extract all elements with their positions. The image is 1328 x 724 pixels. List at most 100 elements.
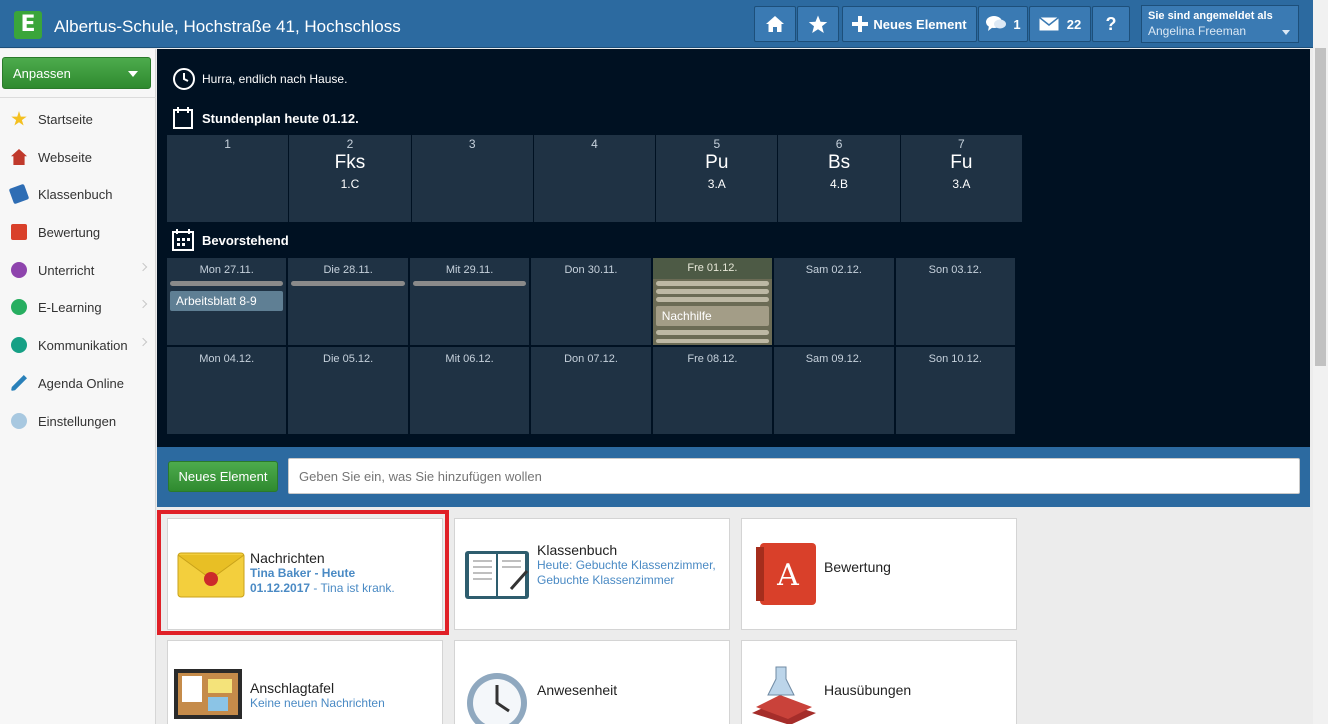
timetable-cell[interactable]: 6 Bs 4.B bbox=[778, 135, 900, 222]
day-label: Mon 04.12. bbox=[199, 353, 255, 365]
sidebar-item-label: Webseite bbox=[38, 149, 92, 165]
timetable-cell[interactable]: 5 Pu 3.A bbox=[656, 135, 778, 222]
calendar-day[interactable]: Sam 09.12. bbox=[774, 347, 894, 434]
day-label: Mit 06.12. bbox=[445, 353, 494, 365]
tile-title: Hausübungen bbox=[824, 682, 912, 698]
sidebar-item-kommunikation[interactable]: Kommunikation bbox=[0, 326, 156, 364]
calendar-day[interactable]: Son 10.12. bbox=[895, 347, 1015, 434]
plus-icon bbox=[852, 16, 869, 32]
sidebar-item-klassenbuch[interactable]: Klassenbuch bbox=[0, 175, 156, 213]
tile-hausuebungen[interactable]: Hausübungen bbox=[741, 640, 1017, 724]
calendar-day[interactable]: Son 03.12. bbox=[895, 258, 1015, 345]
calendar-day[interactable]: Fre 08.12. bbox=[652, 347, 773, 434]
calendar-day[interactable]: Don 07.12. bbox=[531, 347, 651, 434]
sidebar-item-e-learning[interactable]: E-Learning bbox=[0, 288, 156, 326]
customize-label: Anpassen bbox=[13, 66, 71, 81]
tile-subtitle: Keine neuen Nachrichten bbox=[250, 696, 385, 710]
subject: Bs bbox=[827, 152, 851, 173]
favorites-button[interactable] bbox=[797, 6, 839, 42]
dashboard-panel: Hurra, endlich nach Hause. Stundenplan h… bbox=[157, 49, 1310, 447]
sidebar-item-agenda-online[interactable]: Agenda Online bbox=[0, 364, 156, 402]
app-logo[interactable]: E bbox=[14, 11, 42, 39]
chevron-down-icon bbox=[1282, 30, 1290, 35]
quick-add-input[interactable] bbox=[288, 458, 1300, 494]
calendar-day[interactable]: Mon 04.12. bbox=[167, 347, 287, 434]
timetable-title-text: Stundenplan heute 01.12. bbox=[202, 110, 359, 126]
calendar-day-today[interactable]: Fre 01.12. Nachhilfe bbox=[652, 258, 773, 345]
tile-anschlagtafel[interactable]: Anschlagtafel Keine neuen Nachrichten bbox=[167, 640, 443, 724]
chevron-right-icon bbox=[138, 337, 148, 347]
event-bar[interactable] bbox=[170, 281, 284, 286]
event-bar[interactable] bbox=[655, 281, 770, 286]
quick-add-button[interactable]: Neues Element bbox=[168, 461, 278, 492]
event-bar[interactable] bbox=[655, 339, 770, 343]
home-button[interactable] bbox=[754, 6, 796, 42]
motto: Hurra, endlich nach Hause. bbox=[172, 67, 347, 91]
event-item[interactable]: Arbeitsblatt 8-9 bbox=[170, 291, 284, 311]
scrollbar[interactable] bbox=[1313, 0, 1328, 724]
sidebar-divider bbox=[0, 97, 156, 98]
event-item[interactable]: Nachhilfe bbox=[655, 306, 770, 326]
tile-title: Anwesenheit bbox=[537, 682, 618, 698]
event-bar[interactable] bbox=[412, 281, 527, 286]
chat-button[interactable]: 1 bbox=[978, 6, 1028, 42]
sidebar-item-label: Startseite bbox=[38, 111, 93, 127]
event-bar[interactable] bbox=[655, 289, 770, 294]
sidebar-item-einstellungen[interactable]: Einstellungen bbox=[0, 402, 156, 440]
sidebar-item-startseite[interactable]: Startseite bbox=[0, 100, 156, 138]
top-bar: E Albertus-Schule, Hochstraße 41, Hochsc… bbox=[0, 0, 1328, 48]
mail-button[interactable]: 22 bbox=[1029, 6, 1091, 42]
customize-button[interactable]: Anpassen bbox=[2, 57, 151, 89]
timetable-cell[interactable]: 4 bbox=[533, 135, 656, 222]
day-label: Don 30.11. bbox=[564, 264, 618, 276]
period-number: 3 bbox=[468, 137, 476, 151]
calendar-day[interactable]: Don 30.11. bbox=[531, 258, 651, 345]
sidebar: Anpassen Startseite Webseite Klassenbuch… bbox=[0, 49, 156, 724]
tile-anwesenheit[interactable]: Anwesenheit bbox=[454, 640, 730, 724]
subject: Fu bbox=[950, 152, 973, 173]
sidebar-item-webseite[interactable]: Webseite bbox=[0, 138, 156, 176]
homework-icon bbox=[752, 666, 816, 724]
tile-title: Anschlagtafel bbox=[250, 680, 335, 696]
event-bar[interactable] bbox=[655, 297, 770, 302]
upcoming-calendar: Mon 27.11. Arbeitsblatt 8-9 Die 28.11. Mi… bbox=[167, 258, 1015, 435]
timetable-cell[interactable]: 1 bbox=[167, 135, 289, 222]
period-number: 6 bbox=[835, 137, 843, 151]
help-button[interactable]: ? bbox=[1092, 6, 1130, 42]
sidebar-item-label: Unterricht bbox=[38, 262, 95, 278]
calendar-day[interactable]: Mit 06.12. bbox=[409, 347, 530, 434]
class: 4.B bbox=[830, 177, 849, 191]
user-menu[interactable]: Sie sind angemeldet als Angelina Freeman bbox=[1141, 5, 1299, 43]
teaching-icon bbox=[11, 262, 27, 278]
event-bar[interactable] bbox=[291, 281, 405, 286]
book-icon bbox=[8, 183, 30, 205]
timetable-cell[interactable]: 3 bbox=[411, 135, 533, 222]
event-bar[interactable] bbox=[655, 330, 770, 335]
calendar-grid-icon bbox=[172, 229, 194, 251]
chat-icon bbox=[986, 16, 1007, 31]
timetable: 1 2 Fks 1.C 3 4 5 Pu 3.A 6 Bs 4.B 7 Fu 3.A bbox=[167, 135, 1022, 222]
scrollbar-thumb[interactable] bbox=[1315, 48, 1326, 366]
timetable-cell[interactable]: 2 Fks 1.C bbox=[289, 135, 411, 222]
timetable-cell[interactable]: 7 Fu 3.A bbox=[900, 135, 1022, 222]
sidebar-item-bewertung[interactable]: Bewertung bbox=[0, 213, 156, 251]
school-name: Albertus-Schule, Hochstraße 41, Hochschl… bbox=[54, 17, 401, 36]
class: 3.A bbox=[952, 177, 971, 191]
calendar-day[interactable]: Sam 02.12. bbox=[774, 258, 894, 345]
sidebar-item-unterricht[interactable]: Unterricht bbox=[0, 251, 156, 289]
calendar-day[interactable]: Die 05.12. bbox=[288, 347, 408, 434]
gradebook-icon: A bbox=[756, 543, 816, 605]
open-book-icon bbox=[465, 551, 529, 599]
new-element-button[interactable]: Neues Element bbox=[842, 6, 977, 42]
tile-bewertung[interactable]: A Bewertung bbox=[741, 518, 1017, 630]
chevron-right-icon bbox=[138, 299, 148, 309]
class: 3.A bbox=[707, 177, 726, 191]
calendar-day[interactable]: Mon 27.11. Arbeitsblatt 8-9 bbox=[167, 258, 287, 345]
calendar-day[interactable]: Die 28.11. bbox=[288, 258, 408, 345]
day-label: Die 05.12. bbox=[323, 353, 374, 365]
tile-title: Klassenbuch bbox=[537, 542, 618, 558]
calendar-day[interactable]: Mit 29.11. bbox=[409, 258, 530, 345]
day-label: Sam 09.12. bbox=[805, 353, 862, 365]
tile-klassenbuch[interactable]: Klassenbuch Heute: Gebuchte Klassenzimme… bbox=[454, 518, 730, 630]
timetable-title: Stundenplan heute 01.12. bbox=[172, 106, 359, 130]
